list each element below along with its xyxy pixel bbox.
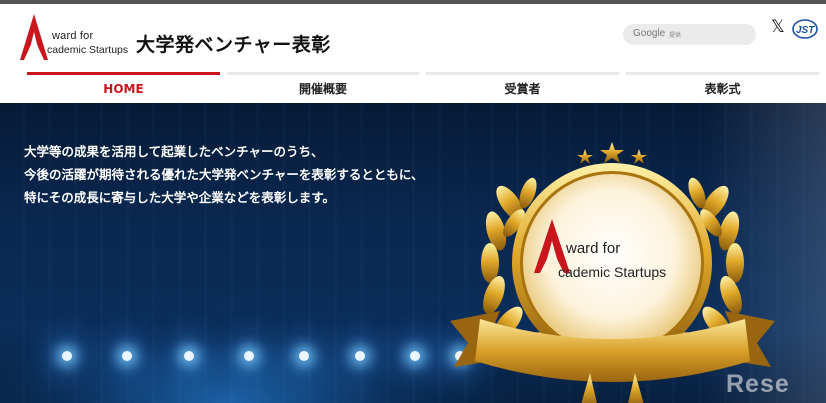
search-box[interactable]: Google 提供 [623,24,756,45]
floor-spotlight [244,351,254,361]
hero-line-1: 大学等の成果を活用して起業したベンチャーのうち、 [24,144,324,159]
jst-logo-text: JST [796,25,815,36]
floor-spotlight [355,351,365,361]
x-social-icon[interactable]: 𝕏 [771,18,787,36]
floor-spotlight [122,351,132,361]
award-title-line2: cademic Startups [558,264,667,280]
hero-description: 大学等の成果を活用して起業したベンチャーのうち、 今後の活躍が期待される優れた大… [24,140,424,209]
main-nav: HOME 開催概要 受賞者 表彰式 [0,72,826,103]
site-title: 大学発ベンチャー表彰 [136,34,331,56]
laurel-medal-icon [450,142,775,403]
hero-line-3: 特にその成長に寄与した大学や企業などを表彰します。 [24,190,336,205]
site-header: ward for cademic Startups 大学発ベンチャー表彰 Goo… [0,4,826,74]
award-title-line1: ward for [566,240,621,257]
hero-banner: 大学等の成果を活用して起業したベンチャーのうち、 今後の活躍が期待される優れた大… [0,103,826,403]
site-logo[interactable]: ward for cademic Startups [20,14,130,64]
jst-logo-icon[interactable]: JST [792,18,818,40]
logo-text-line1: ward for [52,30,94,42]
logo-text-line2: cademic Startups [47,44,129,56]
nav-item-home[interactable]: HOME [27,72,220,103]
nav-item-winners[interactable]: 受賞者 [426,72,619,103]
nav-item-overview[interactable]: 開催概要 [227,72,419,103]
nav-item-ceremony[interactable]: 表彰式 [626,72,819,103]
hero-line-2: 今後の活躍が期待される優れた大学発ベンチャーを表彰するとともに、 [24,167,424,182]
search-provider-label: 提供 [669,32,682,39]
floor-spotlight [184,351,194,361]
floor-spotlight [410,351,420,361]
floor-spotlight [299,351,309,361]
floor-spotlight [62,351,72,361]
award-emblem: ward for cademic Startups [440,123,785,403]
watermark-logo: Rese [726,370,790,398]
search-brand-label: Google [633,28,666,39]
